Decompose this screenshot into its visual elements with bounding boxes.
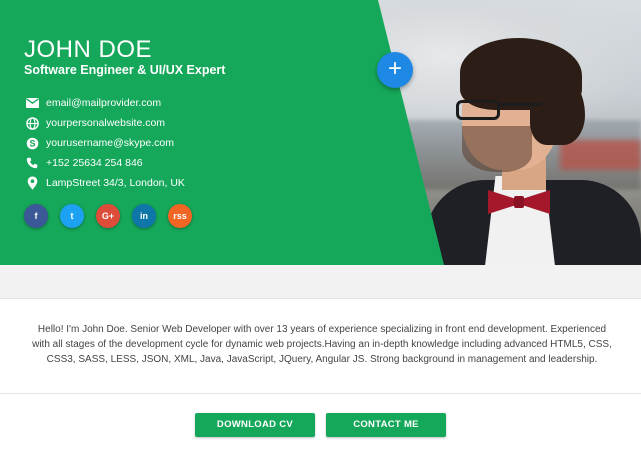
email-icon (24, 95, 40, 111)
contact-phone[interactable]: +152 25634 254 846 (24, 153, 185, 173)
profile-name: JOHN DOE (24, 36, 153, 63)
bio-text: Hello! I'm John Doe. Senior Web Develope… (32, 324, 612, 365)
contact-website[interactable]: yourpersonalwebsite.com (24, 113, 185, 133)
bowtie-knot (514, 196, 524, 208)
contact-skype[interactable]: S yourusername@skype.com (24, 133, 185, 153)
person-beard (462, 126, 532, 172)
google-plus-icon[interactable]: G+ (96, 204, 120, 228)
profile-header: JOHN DOE Software Engineer & UI/UX Exper… (0, 0, 641, 265)
globe-icon (24, 115, 40, 131)
contact-skype-text: yourusername@skype.com (46, 137, 174, 149)
photo-roof (560, 140, 641, 170)
contact-email-text: email@mailprovider.com (46, 97, 162, 109)
download-cv-button[interactable]: DOWNLOAD CV (195, 413, 315, 437)
contact-address-text: LampStreet 34/3, London, UK (46, 177, 185, 189)
svg-text:S: S (29, 138, 35, 148)
plus-icon[interactable]: + (377, 52, 413, 88)
social-links: f t G+ in rss (24, 204, 204, 228)
facebook-icon[interactable]: f (24, 204, 48, 228)
profile-role: Software Engineer & UI/UX Expert (24, 63, 226, 77)
contact-website-text: yourpersonalwebsite.com (46, 117, 166, 129)
location-pin-icon (24, 175, 40, 191)
person-glasses (456, 100, 500, 120)
phone-icon (24, 155, 40, 171)
contact-phone-text: +152 25634 254 846 (46, 157, 143, 169)
contact-address[interactable]: LampStreet 34/3, London, UK (24, 173, 185, 193)
skype-icon: S (24, 135, 40, 151)
contact-email[interactable]: email@mailprovider.com (24, 93, 185, 113)
person-glasses-arm (498, 103, 542, 106)
section-band (0, 265, 641, 299)
twitter-icon[interactable]: t (60, 204, 84, 228)
rss-icon[interactable]: rss (168, 204, 192, 228)
contact-list: email@mailprovider.com yourpersonalwebsi… (24, 93, 185, 193)
linkedin-icon[interactable]: in (132, 204, 156, 228)
contact-me-button[interactable]: CONTACT ME (326, 413, 446, 437)
divider (0, 393, 641, 394)
